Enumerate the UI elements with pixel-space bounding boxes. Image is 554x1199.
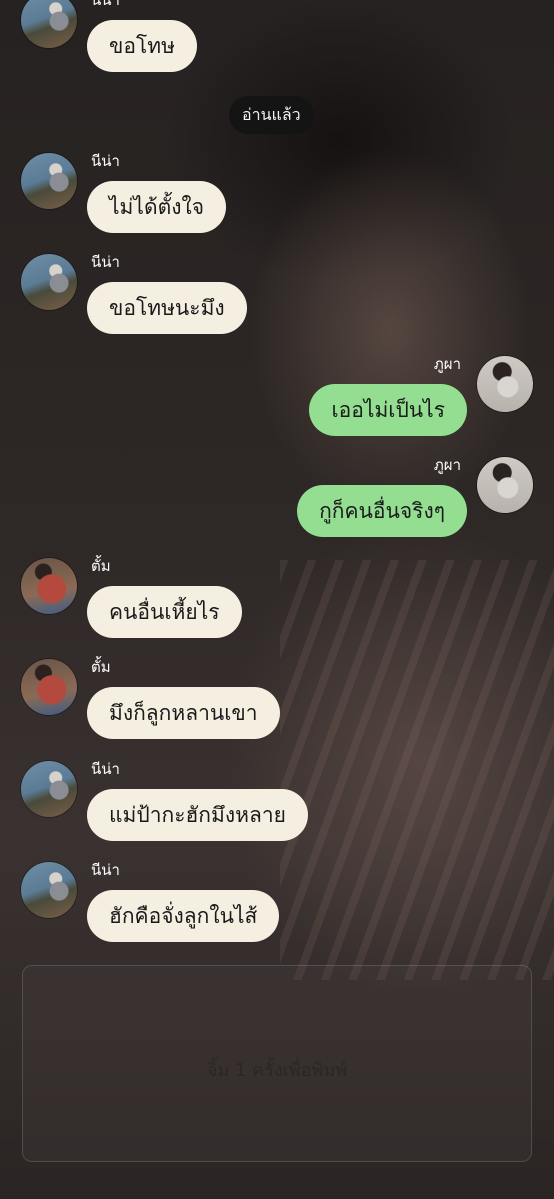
message-bubble-incoming[interactable]: ไม่ได้ตั้งใจ [87, 181, 227, 233]
message-bubble-incoming[interactable]: แม่ป้ากะฮักมึงหลาย [87, 789, 308, 841]
tom-avatar[interactable] [21, 558, 77, 614]
sender-name: นีน่า [91, 861, 120, 879]
nina-avatar[interactable] [21, 862, 77, 918]
read-receipt-badge: อ่านแล้ว [229, 96, 314, 134]
message-input[interactable]: จิ้ม 1 ครั้งเพื่อพิมพ์ [22, 965, 532, 1162]
nina-avatar[interactable] [21, 254, 77, 310]
sender-name: นีน่า [91, 760, 120, 778]
background-photo-shirt [280, 560, 554, 980]
sender-name: ตั้ม [91, 658, 111, 676]
nina-avatar[interactable] [21, 761, 77, 817]
message-bubble-outgoing[interactable]: กูก็คนอื่นจริงๆ [297, 485, 467, 537]
sender-name: ตั้ม [91, 557, 111, 575]
tom-avatar[interactable] [21, 659, 77, 715]
sender-name: นีน่า [91, 152, 120, 170]
message-bubble-incoming[interactable]: ขอโทษ [87, 20, 197, 72]
sender-name: นีน่า [91, 253, 120, 271]
message-bubble-incoming[interactable]: มึงก็ลูกหลานเขา [87, 687, 280, 739]
message-bubble-incoming[interactable]: ฮักคือจั่งลูกในไส้ [87, 890, 280, 942]
nina-avatar[interactable] [21, 153, 77, 209]
input-placeholder: จิ้ม 1 ครั้งเพื่อพิมพ์ [206, 1060, 348, 1081]
sender-name: นีน่า [91, 0, 120, 9]
sender-name: ภูผา [433, 456, 461, 474]
message-bubble-incoming[interactable]: ขอโทษนะมึง [87, 282, 247, 334]
sender-name: ภูผา [433, 355, 461, 373]
phupha-avatar[interactable] [477, 457, 533, 513]
phupha-avatar[interactable] [477, 356, 533, 412]
message-bubble-outgoing[interactable]: เออไม่เป็นไร [309, 384, 467, 436]
message-bubble-incoming[interactable]: คนอื่นเหี้ยไร [87, 586, 242, 638]
